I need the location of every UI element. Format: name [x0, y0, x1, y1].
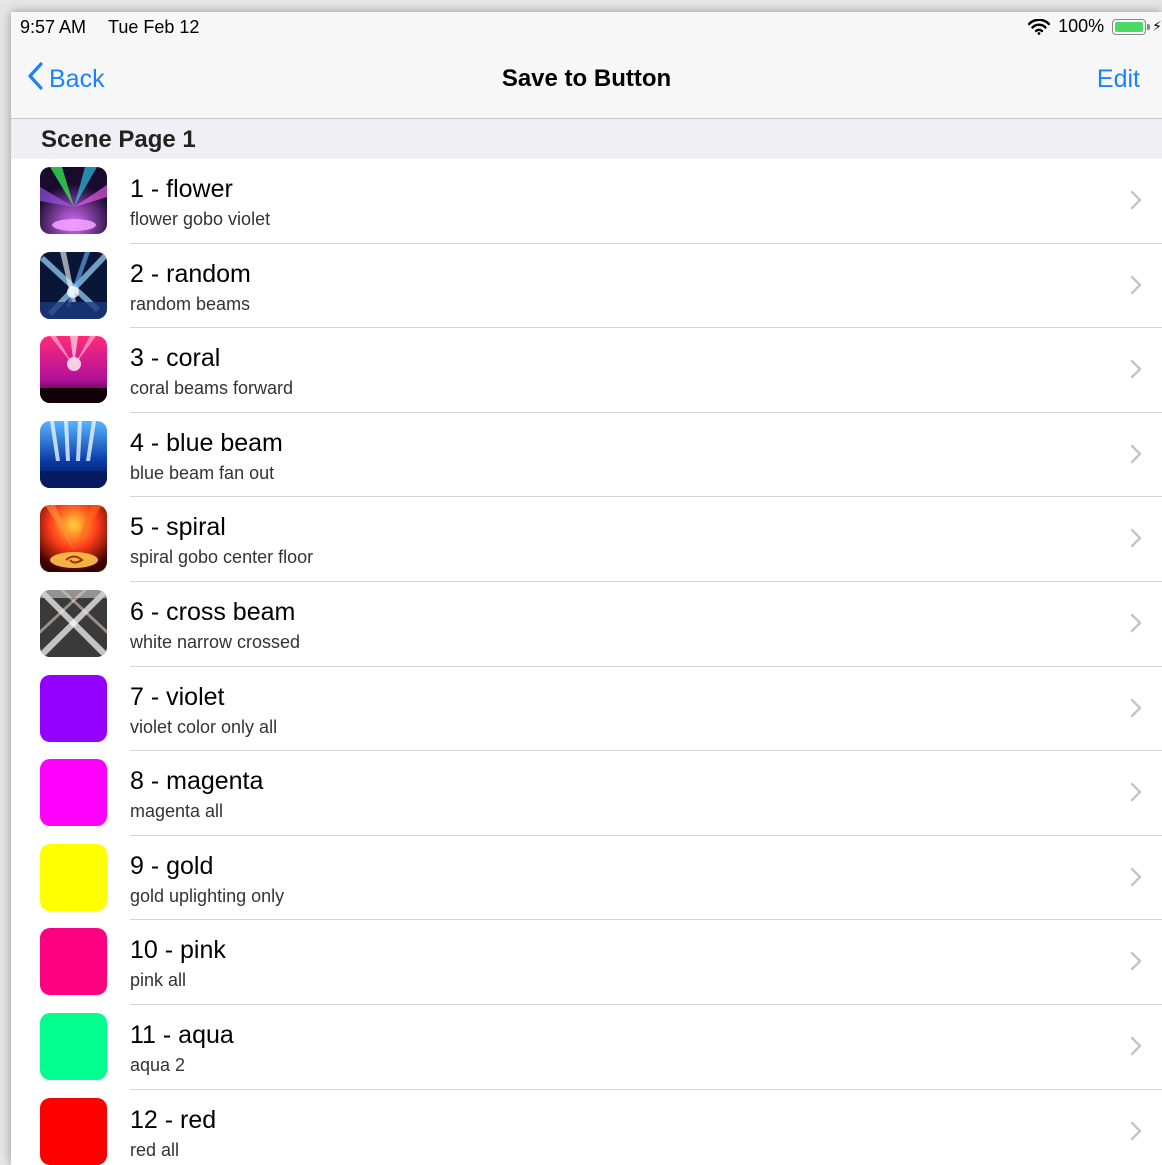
status-time: 9:57 AM — [20, 17, 87, 37]
scene-thumbnail — [40, 505, 107, 573]
color-swatch — [40, 759, 107, 827]
scene-row[interactable]: 4 - blue beam blue beam fan out — [11, 413, 1162, 498]
chevron-right-icon — [1130, 613, 1142, 638]
scene-subtitle: red all — [130, 1139, 180, 1160]
scene-title: 7 - violet — [130, 682, 225, 711]
chevron-right-icon — [1130, 444, 1142, 469]
scene-row[interactable]: 2 - random random beams — [11, 244, 1162, 329]
scene-row[interactable]: 5 - spiral spiral gobo center floor — [11, 497, 1162, 582]
status-date: Tue Feb 12 — [108, 17, 200, 37]
scene-title: 5 - spiral — [130, 513, 226, 542]
chevron-right-icon — [1130, 528, 1142, 553]
status-indicators: 100% ⚡ — [1028, 16, 1162, 37]
scene-row[interactable]: 1 - flower flower gobo violet — [11, 159, 1162, 244]
chevron-right-icon — [1130, 951, 1142, 976]
page-title: Save to Button — [501, 65, 672, 92]
scene-subtitle: pink all — [130, 970, 187, 991]
wifi-icon — [1028, 18, 1051, 35]
scene-subtitle: flower gobo violet — [130, 209, 271, 229]
color-swatch — [40, 674, 107, 742]
scene-list: 1 - flower flower gobo violet 2 - random ra… — [11, 159, 1162, 1165]
scene-subtitle: blue beam fan out — [130, 462, 275, 483]
scene-title: 1 - flower — [130, 175, 233, 203]
chevron-right-icon — [1130, 867, 1142, 892]
scene-title: 2 - random — [130, 259, 251, 288]
battery-percent: 100% — [1058, 16, 1105, 36]
color-swatch — [40, 1097, 107, 1165]
chevron-right-icon — [1130, 1121, 1142, 1146]
section-header: Scene Page 1 — [11, 119, 1162, 159]
scene-row[interactable]: 7 - violet violet color only all — [11, 667, 1162, 752]
color-swatch — [40, 843, 107, 911]
chevron-right-icon — [1130, 190, 1142, 215]
charging-icon: ⚡ — [1152, 18, 1162, 34]
scene-row[interactable]: 11 - aqua aqua 2 — [11, 1005, 1162, 1090]
scene-subtitle: violet color only all — [130, 716, 278, 737]
scene-title: 11 - aqua — [130, 1020, 234, 1049]
navigation-bar: Back Save to Button Edit — [11, 54, 1162, 104]
scene-title: 10 - pink — [130, 936, 226, 965]
scene-thumbnail — [40, 589, 107, 657]
scene-title: 12 - red — [130, 1105, 217, 1134]
scene-subtitle: spiral gobo center floor — [130, 547, 314, 568]
chevron-right-icon — [1130, 275, 1142, 300]
scene-subtitle: white narrow crossed — [130, 631, 301, 652]
chevron-right-icon — [1130, 359, 1142, 384]
scene-title: 8 - magenta — [130, 767, 264, 796]
scene-title: 4 - blue beam — [130, 428, 283, 457]
scene-row[interactable]: 10 - pink pink all — [11, 920, 1162, 1005]
scene-subtitle: magenta all — [130, 801, 224, 822]
scene-subtitle: gold uplighting only — [130, 885, 285, 906]
scene-row[interactable]: 6 - cross beam white narrow crossed — [11, 582, 1162, 667]
scene-thumbnail — [40, 420, 107, 488]
battery-icon — [1112, 18, 1151, 35]
scene-thumbnail — [40, 167, 107, 234]
app-screen: 9:57 AM Tue Feb 12 100% ⚡ Back Save to B… — [11, 12, 1162, 1165]
scene-row[interactable]: 8 - magenta magenta all — [11, 751, 1162, 836]
edit-button[interactable]: Edit — [1097, 65, 1140, 94]
color-swatch — [40, 1012, 107, 1080]
chevron-right-icon — [1130, 1036, 1142, 1061]
color-swatch — [40, 928, 107, 996]
scene-subtitle: coral beams forward — [130, 378, 294, 399]
scene-subtitle: aqua 2 — [130, 1054, 186, 1075]
chevron-right-icon — [1130, 698, 1142, 723]
scene-title: 6 - cross beam — [130, 597, 296, 626]
top-bar: 9:57 AM Tue Feb 12 100% ⚡ Back Save to B… — [11, 12, 1162, 119]
scene-row[interactable]: 12 - red red all — [11, 1090, 1162, 1165]
scene-title: 3 - coral — [130, 344, 221, 373]
scene-thumbnail — [40, 251, 107, 319]
scene-row[interactable]: 9 - gold gold uplighting only — [11, 836, 1162, 921]
status-bar: 9:57 AM Tue Feb 12 100% ⚡ — [11, 12, 1162, 42]
scene-row[interactable]: 3 - coral coral beams forward — [11, 328, 1162, 413]
chevron-right-icon — [1130, 782, 1142, 807]
section-title: Scene Page 1 — [41, 126, 196, 153]
scene-subtitle: random beams — [130, 293, 251, 314]
scene-thumbnail — [40, 336, 107, 404]
scene-title: 9 - gold — [130, 851, 214, 880]
